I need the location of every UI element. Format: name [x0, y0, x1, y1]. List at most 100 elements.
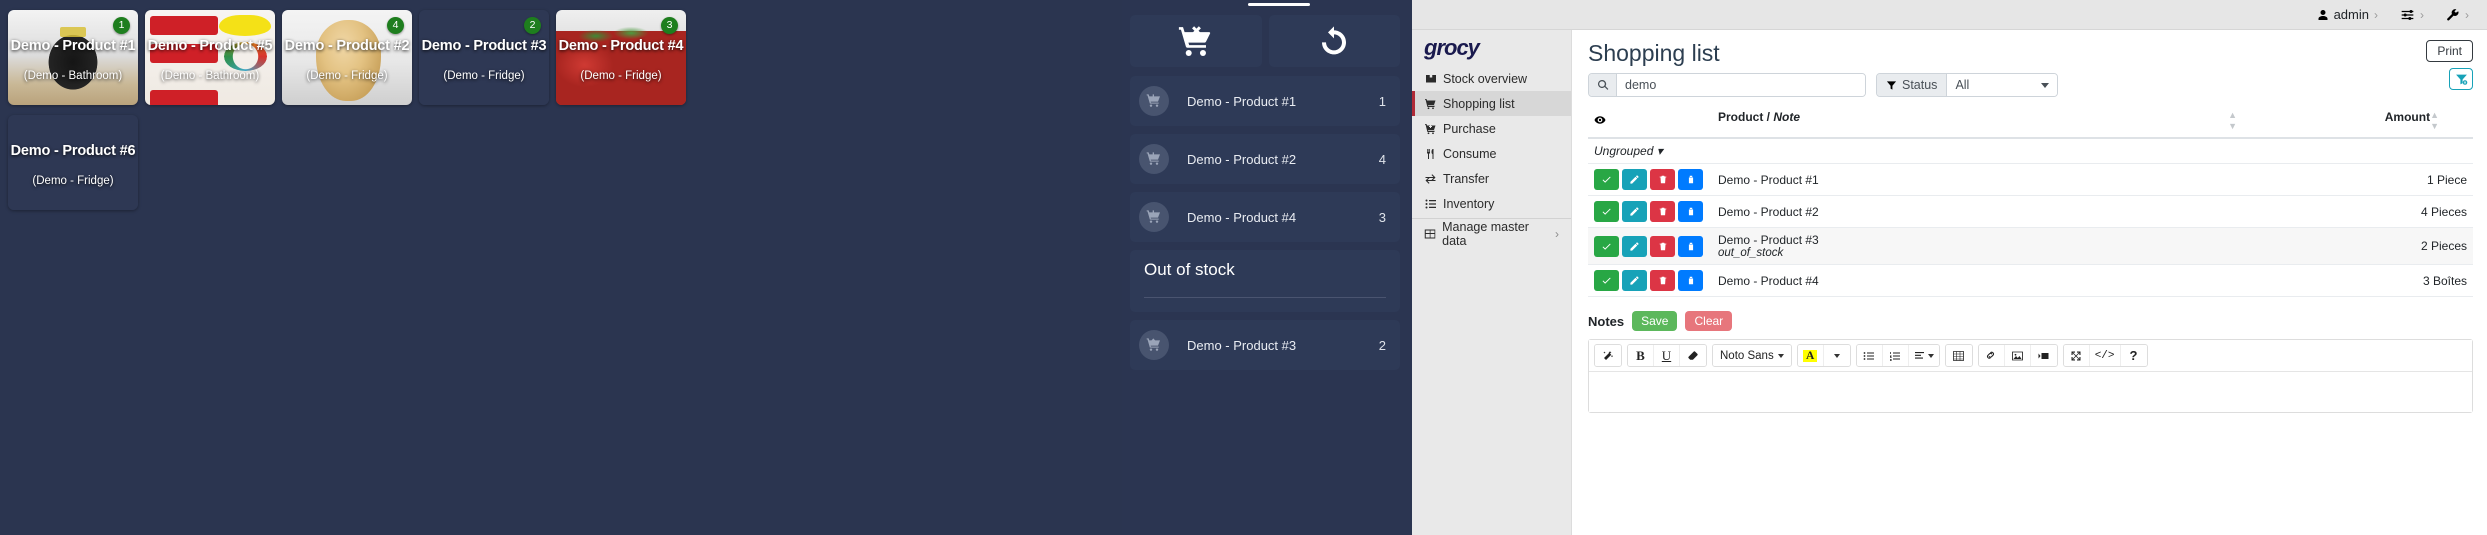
text-color-dropdown[interactable]: [1823, 345, 1850, 366]
mark-done-button[interactable]: [1594, 169, 1619, 190]
table-group-row[interactable]: Ungrouped ▾: [1588, 138, 2473, 164]
table-row[interactable]: Demo - Product #1 1 Piece: [1588, 163, 2473, 196]
product-card[interactable]: Demo - Product #1 (Demo - Bathroom) 1: [8, 10, 138, 105]
panel-drag-handle[interactable]: [1248, 3, 1310, 6]
edit-button[interactable]: [1622, 235, 1647, 257]
sidebar-item-inventory[interactable]: Inventory: [1412, 191, 1571, 216]
sort-arrows-icon[interactable]: ▲ ▼: [2228, 110, 2237, 132]
notes-save-button[interactable]: Save: [1632, 311, 1678, 331]
eraser-icon[interactable]: [1680, 345, 1706, 366]
box-icon: [1424, 73, 1437, 85]
edit-button[interactable]: [1622, 270, 1647, 291]
product-icon: [1688, 207, 1693, 216]
product-card[interactable]: Demo - Product #3 (Demo - Fridge) 2: [419, 10, 549, 105]
help-icon[interactable]: ?: [2120, 345, 2147, 366]
link-icon[interactable]: [1978, 345, 2005, 366]
row-amount: 3 Boîtes: [2243, 264, 2473, 297]
column-header-visibility[interactable]: [1588, 105, 1712, 139]
product-details-button[interactable]: [1678, 270, 1703, 291]
sidebar-item-consume[interactable]: Consume: [1412, 141, 1571, 166]
sidebar-item-manage-master-data[interactable]: Manage master data ›: [1412, 220, 1571, 248]
row-product-name: Demo - Product #2: [1718, 204, 1819, 219]
text-color-icon[interactable]: A: [1797, 345, 1824, 366]
paragraph-align-icon[interactable]: [1908, 345, 1939, 366]
code-view-icon[interactable]: </>: [2089, 345, 2121, 366]
product-details-button[interactable]: [1678, 169, 1703, 190]
product-card[interactable]: Demo - Product #6 (Demo - Fridge): [8, 115, 138, 210]
bold-icon[interactable]: B: [1628, 345, 1654, 366]
sidebar-item-label: Purchase: [1443, 121, 1496, 136]
tools-menu[interactable]: ›: [2446, 8, 2469, 22]
mark-done-button[interactable]: [1594, 201, 1619, 222]
sidebar-item-stock-overview[interactable]: Stock overview: [1412, 66, 1571, 91]
sidebar-item-shopping-list[interactable]: Shopping list: [1412, 91, 1571, 116]
sidebar-item-transfer[interactable]: Transfer: [1412, 166, 1571, 191]
delete-button[interactable]: [1650, 201, 1675, 222]
group-label-cell[interactable]: Ungrouped ▾: [1588, 138, 2473, 164]
user-menu[interactable]: admin ›: [2317, 7, 2378, 22]
mark-done-button[interactable]: [1594, 270, 1619, 291]
cart-section-out-of-stock: Out of stock: [1130, 250, 1400, 312]
product-details-button[interactable]: [1678, 235, 1703, 257]
product-card[interactable]: Demo - Product #5 (Demo - Bathroom): [145, 10, 275, 105]
product-card-location: (Demo - Fridge): [32, 175, 114, 187]
editor-group-style: [1594, 344, 1622, 367]
notes-text-area[interactable]: [1589, 372, 2472, 412]
search-icon: [1589, 74, 1617, 96]
product-icon: [1688, 175, 1693, 184]
font-name-value: Noto Sans: [1720, 349, 1774, 362]
video-icon[interactable]: [2030, 345, 2057, 366]
cart-icon: [1424, 98, 1437, 110]
column-header-amount[interactable]: Amount ▲ ▼: [2243, 105, 2473, 139]
unordered-list-icon[interactable]: [1856, 345, 1883, 366]
table-icon: [1424, 228, 1436, 240]
cart-list-item[interactable]: Demo - Product #4 3: [1130, 192, 1400, 242]
delete-button[interactable]: [1650, 235, 1675, 257]
product-details-button[interactable]: [1678, 201, 1703, 222]
column-header-product[interactable]: Product / Note ▲ ▼: [1712, 105, 2243, 139]
cart-list-item[interactable]: Demo - Product #1 1: [1130, 76, 1400, 126]
notes-editor: B U Noto Sans A </> ?: [1588, 339, 2473, 413]
font-name-dropdown[interactable]: Noto Sans: [1713, 345, 1791, 366]
product-card[interactable]: Demo - Product #2 (Demo - Fridge) 4: [282, 10, 412, 105]
ordered-list-icon[interactable]: [1882, 345, 1909, 366]
magic-wand-icon[interactable]: [1595, 345, 1621, 366]
product-card-name: Demo - Product #2: [284, 38, 410, 54]
product-card-name: Demo - Product #3: [421, 38, 547, 54]
notes-clear-button[interactable]: Clear: [1685, 311, 1733, 331]
row-button-set: [1594, 169, 1706, 190]
cart-item-qty: 3: [1378, 209, 1386, 225]
app-logo[interactable]: grocy: [1412, 30, 1571, 66]
mark-done-button[interactable]: [1594, 235, 1619, 257]
delete-button[interactable]: [1650, 169, 1675, 190]
delete-button[interactable]: [1650, 270, 1675, 291]
fullscreen-icon[interactable]: [2063, 345, 2090, 366]
edit-button[interactable]: [1622, 169, 1647, 190]
filter-clear-button[interactable]: [2449, 68, 2473, 90]
status-filter-select[interactable]: All: [1947, 74, 2057, 96]
table-row[interactable]: Demo - Product #4 3 Boîtes: [1588, 264, 2473, 297]
logo-text: grocy: [1424, 35, 1480, 60]
clear-cart-button[interactable]: [1130, 15, 1262, 67]
product-card[interactable]: Demo - Product #4 (Demo - Fridge) 3: [556, 10, 686, 105]
underline-icon[interactable]: U: [1654, 345, 1680, 366]
refresh-button[interactable]: [1268, 15, 1400, 67]
table-row[interactable]: Demo - Product #3 out_of_stock 2 Pieces: [1588, 227, 2473, 265]
wrench-icon: [2447, 8, 2459, 20]
sidebar-item-purchase[interactable]: Purchase: [1412, 116, 1571, 141]
chevron-right-icon: ›: [1555, 226, 1559, 241]
settings-menu[interactable]: ›: [2400, 8, 2424, 22]
image-icon[interactable]: [2004, 345, 2031, 366]
print-button[interactable]: Print: [2426, 40, 2473, 62]
cart-list-item[interactable]: Demo - Product #3 2: [1130, 320, 1400, 370]
edit-button[interactable]: [1622, 201, 1647, 222]
table-icon[interactable]: [1945, 345, 1972, 366]
table-row[interactable]: Demo - Product #2 4 Pieces: [1588, 195, 2473, 228]
search-input[interactable]: [1617, 74, 1865, 96]
sort-arrows-icon[interactable]: ▲ ▼: [2430, 110, 2439, 132]
cart-action-bar: [1130, 15, 1400, 67]
row-product-cell: Demo - Product #1: [1712, 163, 2243, 196]
edit-icon: [1630, 175, 1639, 184]
cart-plus-icon: [1424, 123, 1437, 135]
cart-list-item[interactable]: Demo - Product #2 4: [1130, 134, 1400, 184]
